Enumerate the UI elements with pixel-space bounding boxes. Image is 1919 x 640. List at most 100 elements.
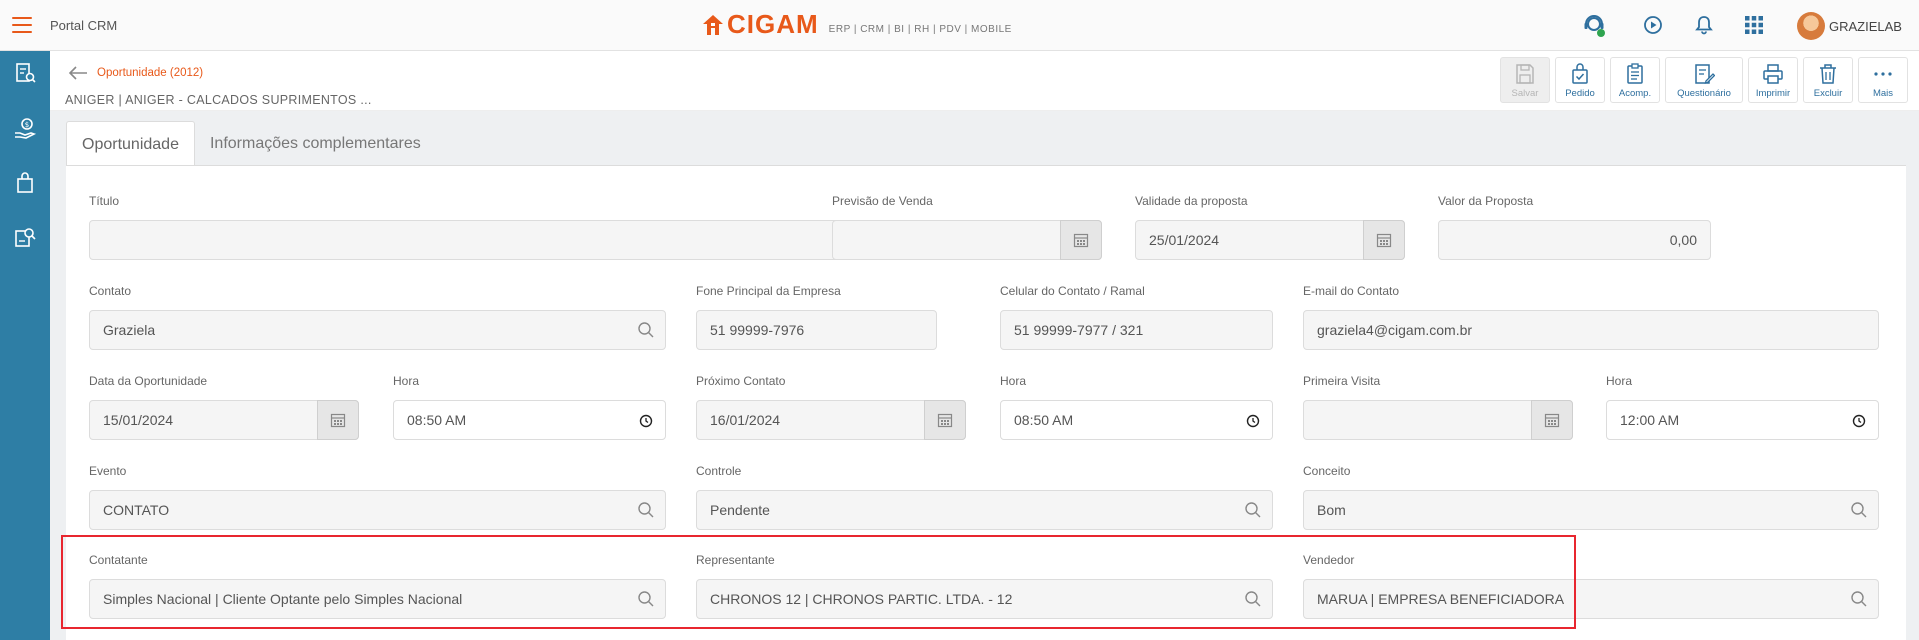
search-icon[interactable] [637, 321, 655, 339]
primeira-visita-field-group: Primeira Visita [1303, 374, 1573, 440]
contatante-input[interactable]: Simples Nacional | Cliente Optante pelo … [89, 579, 666, 619]
clipboard-icon [1627, 63, 1643, 84]
proximo-contato-label: Próximo Contato [696, 374, 786, 388]
valor-proposta-input[interactable]: 0,00 [1438, 220, 1711, 260]
form-panel: Título Previsão de Venda Validade da pro… [66, 165, 1906, 640]
hora-visita-label: Hora [1606, 374, 1633, 388]
primeira-visita-input[interactable] [1303, 400, 1573, 440]
hora-oportunidade-input[interactable]: 08:50 AM [393, 400, 666, 440]
previsao-venda-field-group: Previsão de Venda [832, 194, 1102, 260]
validade-proposta-input[interactable]: 25/01/2024 [1135, 220, 1405, 260]
search-icon[interactable] [1850, 590, 1868, 608]
pedido-button[interactable]: Pedido [1555, 57, 1605, 103]
record-header: Oportunidade (2012) ANIGER | ANIGER - CA… [50, 51, 1919, 111]
hora-proximo-input[interactable]: 08:50 AM [1000, 400, 1273, 440]
data-oportunidade-input[interactable]: 15/01/2024 [89, 400, 359, 440]
delete-label: Excluir [1813, 88, 1843, 99]
contato-label: Contato [89, 284, 132, 298]
user-menu[interactable]: GRAZIELAB [1797, 12, 1902, 40]
contato-field-group: Contato Graziela [89, 284, 666, 350]
tab-oportunidade[interactable]: Oportunidade [66, 121, 195, 166]
calendar-icon[interactable] [924, 400, 966, 440]
sidebar-money-hand-icon[interactable]: $ [13, 117, 37, 141]
support-agent-icon[interactable] [1582, 13, 1606, 37]
menu-icon[interactable] [12, 17, 32, 33]
sidebar-report-search-icon[interactable] [13, 61, 37, 85]
data-oportunidade-field-group: Data da Oportunidade 15/01/2024 [89, 374, 359, 440]
controle-label: Controle [696, 464, 742, 478]
calendar-icon[interactable] [317, 400, 359, 440]
form-edit-icon [1695, 64, 1715, 84]
calendar-icon[interactable] [1363, 220, 1405, 260]
clock-icon[interactable] [1246, 414, 1260, 428]
email-contato-input[interactable]: graziela4@cigam.com.br [1303, 310, 1879, 350]
vendedor-label: Vendedor [1303, 553, 1355, 567]
questionario-button[interactable]: Questionário [1665, 57, 1743, 103]
contato-input[interactable]: Graziela [89, 310, 666, 350]
proximo-contato-input[interactable]: 16/01/2024 [696, 400, 966, 440]
search-icon[interactable] [1244, 590, 1262, 608]
play-circle-icon[interactable] [1641, 13, 1665, 37]
avatar[interactable] [1797, 12, 1825, 40]
back-arrow-icon[interactable] [68, 65, 88, 81]
save-button[interactable]: Salvar [1500, 57, 1550, 103]
hora-proximo-label: Hora [1000, 374, 1027, 388]
hora-visita-field-group: Hora 12:00 AM [1606, 374, 1879, 440]
logo-house-icon [703, 15, 723, 35]
tab-informacoes-complementares[interactable]: Informações complementares [195, 121, 436, 166]
breadcrumb[interactable]: Oportunidade (2012) [97, 67, 203, 79]
delete-button[interactable]: Excluir [1803, 57, 1853, 103]
portal-title: Portal CRM [50, 18, 118, 33]
hora-visita-input[interactable]: 12:00 AM [1606, 400, 1879, 440]
conceito-input[interactable]: Bom [1303, 490, 1879, 530]
valor-proposta-field-group: Valor da Proposta 0,00 [1438, 194, 1711, 260]
hora-proximo-field-group: Hora 08:50 AM [1000, 374, 1273, 440]
apps-grid-icon[interactable] [1742, 13, 1766, 37]
record-title: ANIGER | ANIGER - CALCADOS SUPRIMENTOS .… [65, 93, 372, 107]
printer-icon [1763, 64, 1783, 84]
sidebar: $ [0, 51, 50, 640]
proximo-contato-field-group: Próximo Contato 16/01/2024 [696, 374, 966, 440]
fone-empresa-label: Fone Principal da Empresa [696, 284, 841, 298]
controle-input[interactable]: Pendente [696, 490, 1273, 530]
search-icon[interactable] [637, 590, 655, 608]
clock-icon[interactable] [639, 414, 653, 428]
hora-oportunidade-field-group: Hora 08:50 AM [393, 374, 666, 440]
more-icon [1874, 72, 1892, 76]
clock-icon[interactable] [1852, 414, 1866, 428]
controle-field-group: Controle Pendente [696, 464, 1273, 530]
previsao-venda-input[interactable] [832, 220, 1102, 260]
evento-field-group: Evento CONTATO [89, 464, 666, 530]
save-label: Salvar [1511, 88, 1539, 99]
validade-proposta-label: Validade da proposta [1135, 194, 1248, 208]
vendedor-field-group: Vendedor MARUA | EMPRESA BENEFICIADORA [1303, 553, 1879, 619]
search-icon[interactable] [637, 501, 655, 519]
more-button[interactable]: Mais [1858, 57, 1908, 103]
conceito-label: Conceito [1303, 464, 1351, 478]
logo-subtitle: ERP | CRM | BI | RH | PDV | MOBILE [828, 24, 1012, 35]
contatante-label: Contatante [89, 553, 148, 567]
more-label: Mais [1872, 88, 1894, 99]
vendedor-input[interactable]: MARUA | EMPRESA BENEFICIADORA [1303, 579, 1879, 619]
search-icon[interactable] [1244, 501, 1262, 519]
print-button[interactable]: Imprimir [1748, 57, 1798, 103]
bag-check-icon [1572, 63, 1588, 84]
questionario-label: Questionário [1677, 88, 1731, 99]
calendar-icon[interactable] [1060, 220, 1102, 260]
sidebar-shopping-bag-icon[interactable] [13, 171, 37, 195]
top-bar: Portal CRM CIGAM ERP | CRM | BI | RH | P… [0, 0, 1919, 51]
fone-empresa-input[interactable]: 51 99999-7976 [696, 310, 937, 350]
svg-text:$: $ [25, 121, 29, 129]
calendar-icon[interactable] [1531, 400, 1573, 440]
conceito-field-group: Conceito Bom [1303, 464, 1879, 530]
search-icon[interactable] [1850, 501, 1868, 519]
representante-input[interactable]: CHRONOS 12 | CHRONOS PARTIC. LTDA. - 12 [696, 579, 1273, 619]
celular-contato-input[interactable]: 51 99999-7977 / 321 [1000, 310, 1273, 350]
content-area: Oportunidade Informações complementares … [50, 111, 1919, 640]
bell-icon[interactable] [1692, 13, 1716, 37]
email-contato-field-group: E-mail do Contato graziela4@cigam.com.br [1303, 284, 1879, 350]
acompanhamento-label: Acomp. [1618, 88, 1652, 99]
evento-input[interactable]: CONTATO [89, 490, 666, 530]
acompanhamento-button[interactable]: Acomp. [1610, 57, 1660, 103]
sidebar-document-search-icon[interactable] [13, 226, 37, 250]
